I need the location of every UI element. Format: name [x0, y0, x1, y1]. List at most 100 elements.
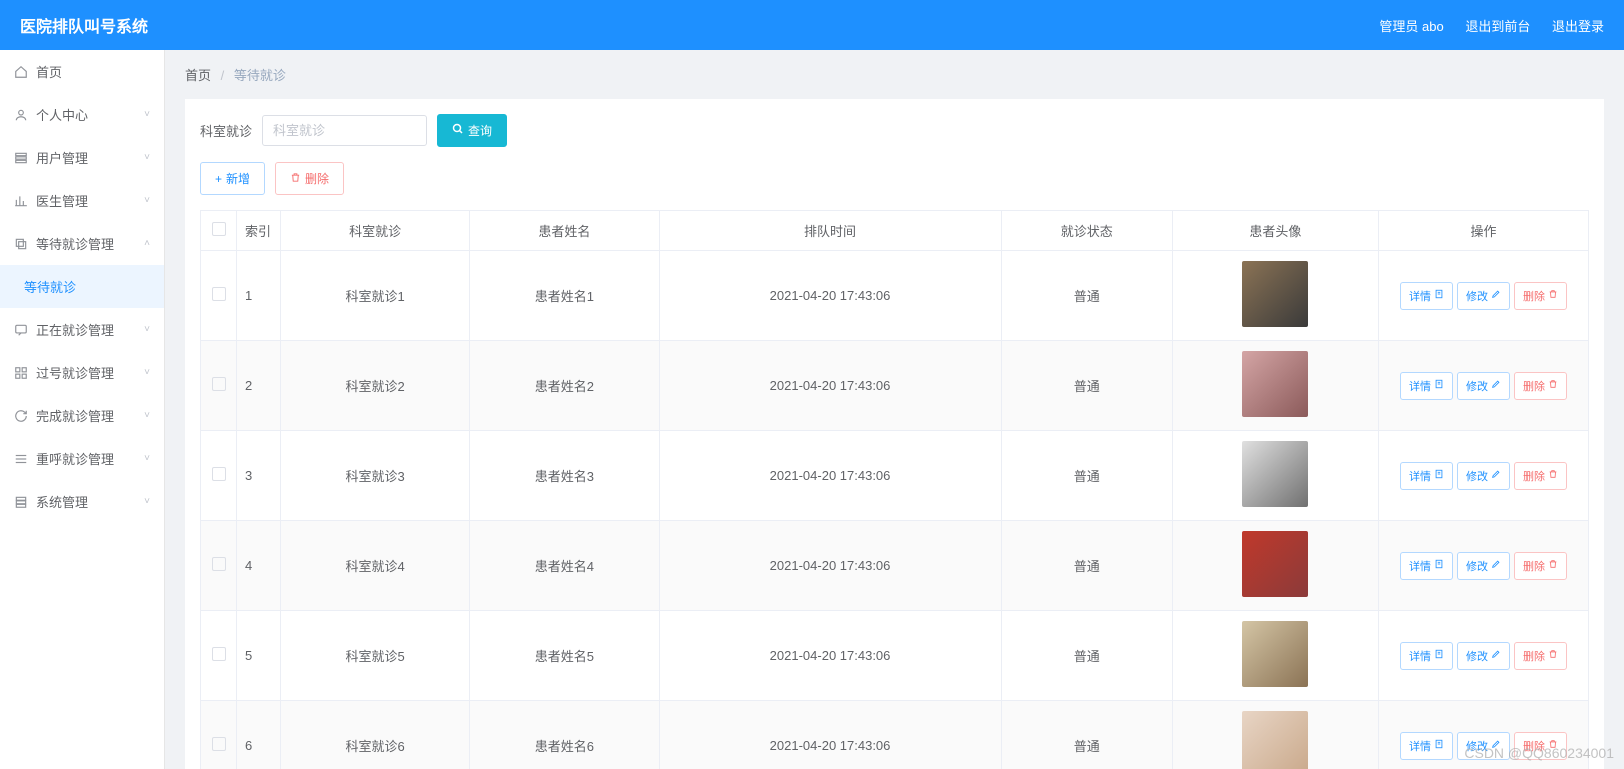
table-row: 2科室就诊2患者姓名22021-04-20 17:43:06普通详情 修改 删除 — [201, 341, 1589, 431]
detail-button[interactable]: 详情 — [1400, 282, 1453, 310]
edit-icon — [1491, 649, 1501, 662]
row-checkbox[interactable] — [212, 647, 226, 661]
table-row: 3科室就诊3患者姓名32021-04-20 17:43:06普通详情 修改 删除 — [201, 431, 1589, 521]
cell-index: 1 — [237, 251, 281, 341]
sidebar-item-9[interactable]: 重呼就诊管理˅ — [0, 437, 164, 480]
breadcrumb-home[interactable]: 首页 — [185, 68, 211, 83]
search-label: 科室就诊 — [200, 121, 252, 140]
search-icon — [452, 123, 464, 138]
cell-avatar — [1172, 701, 1378, 769]
sidebar-item-6[interactable]: 正在就诊管理 ˅ — [0, 308, 164, 351]
avatar — [1242, 351, 1308, 417]
edit-button[interactable]: 修改 — [1457, 642, 1510, 670]
sidebar-item-2[interactable]: 用户管理˅ — [0, 136, 164, 179]
edit-button[interactable]: 修改 — [1457, 462, 1510, 490]
trash-icon — [1548, 559, 1558, 572]
select-all-checkbox[interactable] — [212, 222, 226, 236]
chevron-down-icon: ˅ — [144, 410, 150, 421]
logout-link[interactable]: 退出登录 — [1552, 19, 1604, 34]
row-checkbox[interactable] — [212, 557, 226, 571]
cell-avatar — [1172, 521, 1378, 611]
sidebar-item-0[interactable]: 首页 — [0, 50, 164, 93]
doc-icon — [1434, 739, 1444, 752]
cell-status: 普通 — [1001, 431, 1172, 521]
user-icon — [14, 108, 28, 122]
cell-status: 普通 — [1001, 701, 1172, 769]
avatar — [1242, 711, 1308, 769]
row-delete-button[interactable]: 删除 — [1514, 282, 1567, 310]
dept-search-input[interactable] — [262, 115, 427, 146]
chart-icon — [14, 194, 28, 208]
edit-button[interactable]: 修改 — [1457, 282, 1510, 310]
sidebar-item-label: 正在就诊管理 — [36, 320, 114, 339]
sidebar-item-5[interactable]: 等待就诊 — [0, 265, 164, 308]
th-dept: 科室就诊 — [281, 211, 470, 251]
row-checkbox[interactable] — [212, 377, 226, 391]
sidebar-item-3[interactable]: 医生管理˅ — [0, 179, 164, 222]
th-ops: 操作 — [1379, 211, 1589, 251]
query-button[interactable]: 查询 — [437, 114, 507, 147]
main-content: 首页 / 等待就诊 科室就诊 查询 + 新增 — [165, 50, 1624, 769]
edit-button[interactable]: 修改 — [1457, 372, 1510, 400]
cell-name: 患者姓名4 — [470, 521, 659, 611]
table-row: 1科室就诊1患者姓名12021-04-20 17:43:06普通详情 修改 删除 — [201, 251, 1589, 341]
detail-button[interactable]: 详情 — [1400, 462, 1453, 490]
cell-dept: 科室就诊1 — [281, 251, 470, 341]
copy-icon — [14, 237, 28, 251]
sidebar-item-7[interactable]: 过号就诊管理˅ — [0, 351, 164, 394]
cell-status: 普通 — [1001, 251, 1172, 341]
sidebar-item-1[interactable]: 个人中心˅ — [0, 93, 164, 136]
detail-button[interactable]: 详情 — [1400, 372, 1453, 400]
avatar — [1242, 261, 1308, 327]
add-button[interactable]: + 新增 — [200, 162, 265, 195]
cell-index: 5 — [237, 611, 281, 701]
cell-avatar — [1172, 251, 1378, 341]
cell-status: 普通 — [1001, 521, 1172, 611]
row-delete-button[interactable]: 删除 — [1514, 372, 1567, 400]
detail-button[interactable]: 详情 — [1400, 732, 1453, 760]
add-button-label: 新增 — [226, 170, 250, 187]
detail-button[interactable]: 详情 — [1400, 552, 1453, 580]
cell-ops: 详情 修改 删除 — [1379, 611, 1589, 701]
sidebar-item-10[interactable]: 系统管理˅ — [0, 480, 164, 523]
app-title: 医院排队叫号系统 — [20, 13, 148, 37]
cell-ops: 详情 修改 删除 — [1379, 431, 1589, 521]
header-right: 管理员 abo 退出到前台 退出登录 — [1361, 16, 1604, 35]
table-row: 4科室就诊4患者姓名42021-04-20 17:43:06普通详情 修改 删除 — [201, 521, 1589, 611]
edit-button[interactable]: 修改 — [1457, 732, 1510, 760]
edit-icon — [1491, 559, 1501, 572]
row-delete-button[interactable]: 删除 — [1514, 462, 1567, 490]
doc-icon — [1434, 379, 1444, 392]
delete-button[interactable]: 删除 — [275, 162, 344, 195]
row-checkbox[interactable] — [212, 467, 226, 481]
row-delete-button[interactable]: 删除 — [1514, 552, 1567, 580]
chevron-down-icon: ˅ — [144, 324, 150, 335]
sidebar-item-8[interactable]: 完成就诊管理˅ — [0, 394, 164, 437]
cell-avatar — [1172, 431, 1378, 521]
cell-dept: 科室就诊6 — [281, 701, 470, 769]
query-button-label: 查询 — [468, 122, 492, 139]
data-table: 索引 科室就诊 患者姓名 排队时间 就诊状态 患者头像 操作 1科室就诊1患者姓… — [200, 210, 1589, 769]
admin-link[interactable]: 管理员 abo — [1379, 19, 1443, 34]
breadcrumb: 首页 / 等待就诊 — [185, 65, 1604, 84]
cell-time: 2021-04-20 17:43:06 — [659, 521, 1001, 611]
row-delete-button[interactable]: 删除 — [1514, 732, 1567, 760]
chevron-up-icon: ˄ — [144, 238, 150, 249]
cell-name: 患者姓名2 — [470, 341, 659, 431]
row-checkbox[interactable] — [212, 737, 226, 751]
stack-icon — [14, 495, 28, 509]
to-front-link[interactable]: 退出到前台 — [1465, 19, 1530, 34]
detail-button[interactable]: 详情 — [1400, 642, 1453, 670]
edit-button[interactable]: 修改 — [1457, 552, 1510, 580]
doc-icon — [1434, 559, 1444, 572]
cell-time: 2021-04-20 17:43:06 — [659, 701, 1001, 769]
row-checkbox[interactable] — [212, 287, 226, 301]
sidebar-item-4[interactable]: 等待就诊管理˄ — [0, 222, 164, 265]
cell-index: 4 — [237, 521, 281, 611]
row-delete-button[interactable]: 删除 — [1514, 642, 1567, 670]
cell-name: 患者姓名6 — [470, 701, 659, 769]
chevron-down-icon: ˅ — [144, 496, 150, 507]
cell-index: 2 — [237, 341, 281, 431]
table-header-row: 索引 科室就诊 患者姓名 排队时间 就诊状态 患者头像 操作 — [201, 211, 1589, 251]
doc-icon — [1434, 469, 1444, 482]
